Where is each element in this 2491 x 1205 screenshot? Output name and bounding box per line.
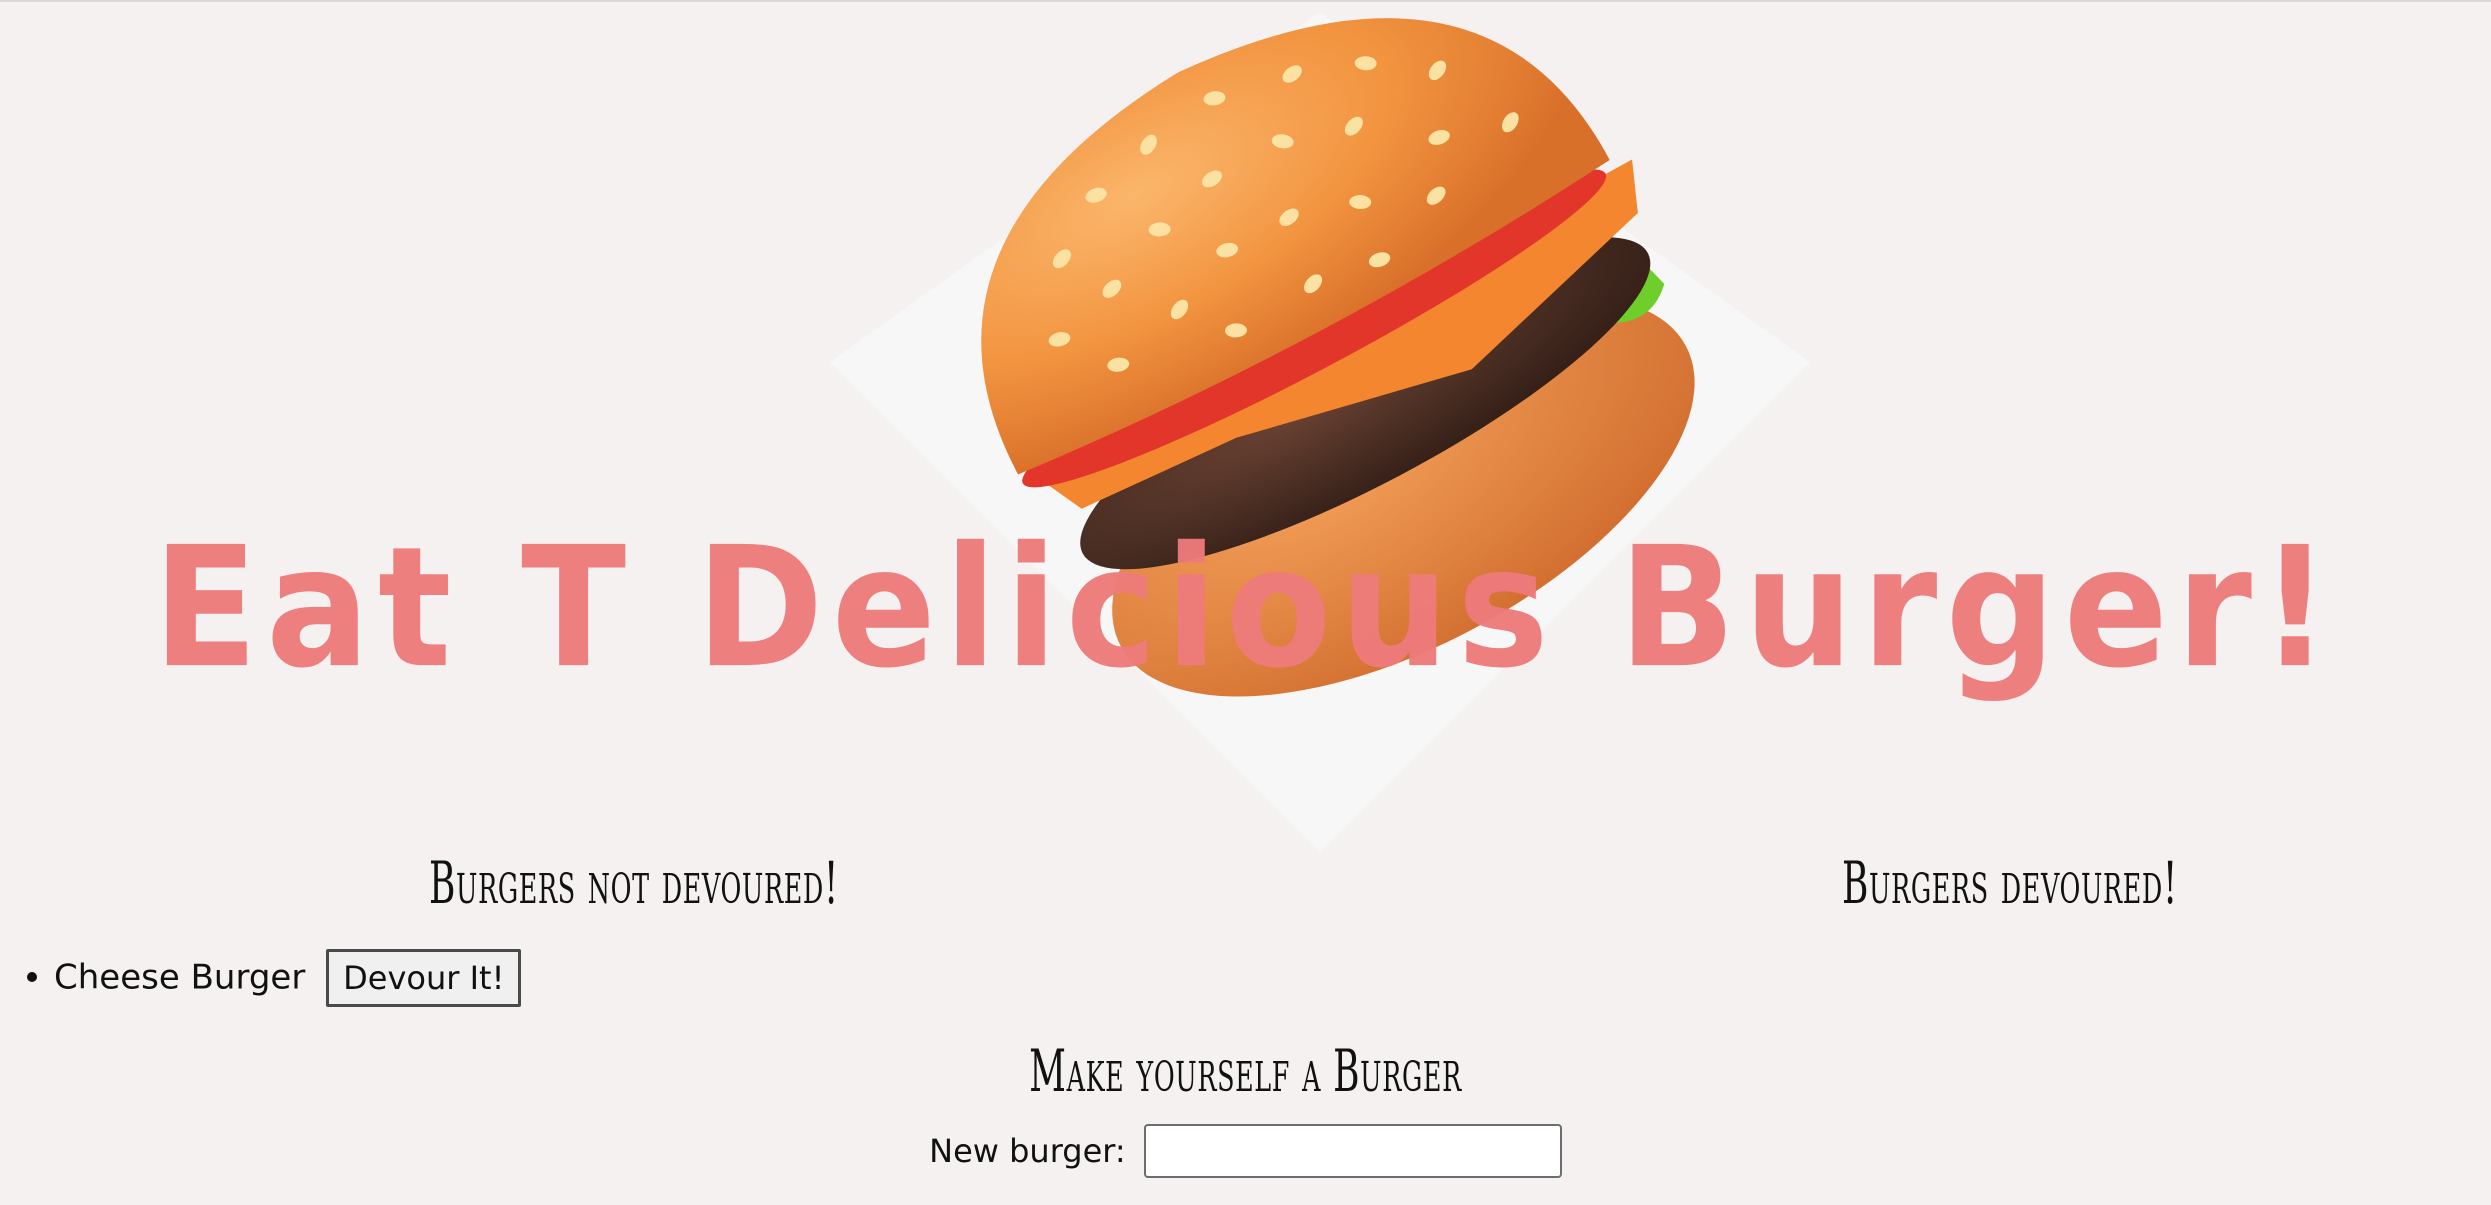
new-burger-form: New burger: [0, 1124, 2491, 1178]
not-devoured-list: Cheese Burger Devour It! [0, 946, 522, 1008]
burger-image [830, 12, 1810, 852]
devour-button[interactable]: Devour It! [326, 948, 522, 1007]
burger-name: Cheese Burger [54, 957, 306, 998]
list-item: Cheese Burger Devour It! [54, 946, 522, 1008]
page-title: Eat T Delicious Burger! [152, 511, 2339, 706]
make-burger-heading: Make yourself a Burger [1029, 1037, 1462, 1105]
hero-section: Eat T Delicious Burger! [0, 2, 2491, 862]
new-burger-label: New burger: [929, 1132, 1126, 1170]
not-devoured-heading: Burgers not devoured! [429, 849, 839, 917]
devoured-heading: Burgers devoured! [1841, 849, 2179, 917]
new-burger-input[interactable] [1143, 1124, 1562, 1178]
